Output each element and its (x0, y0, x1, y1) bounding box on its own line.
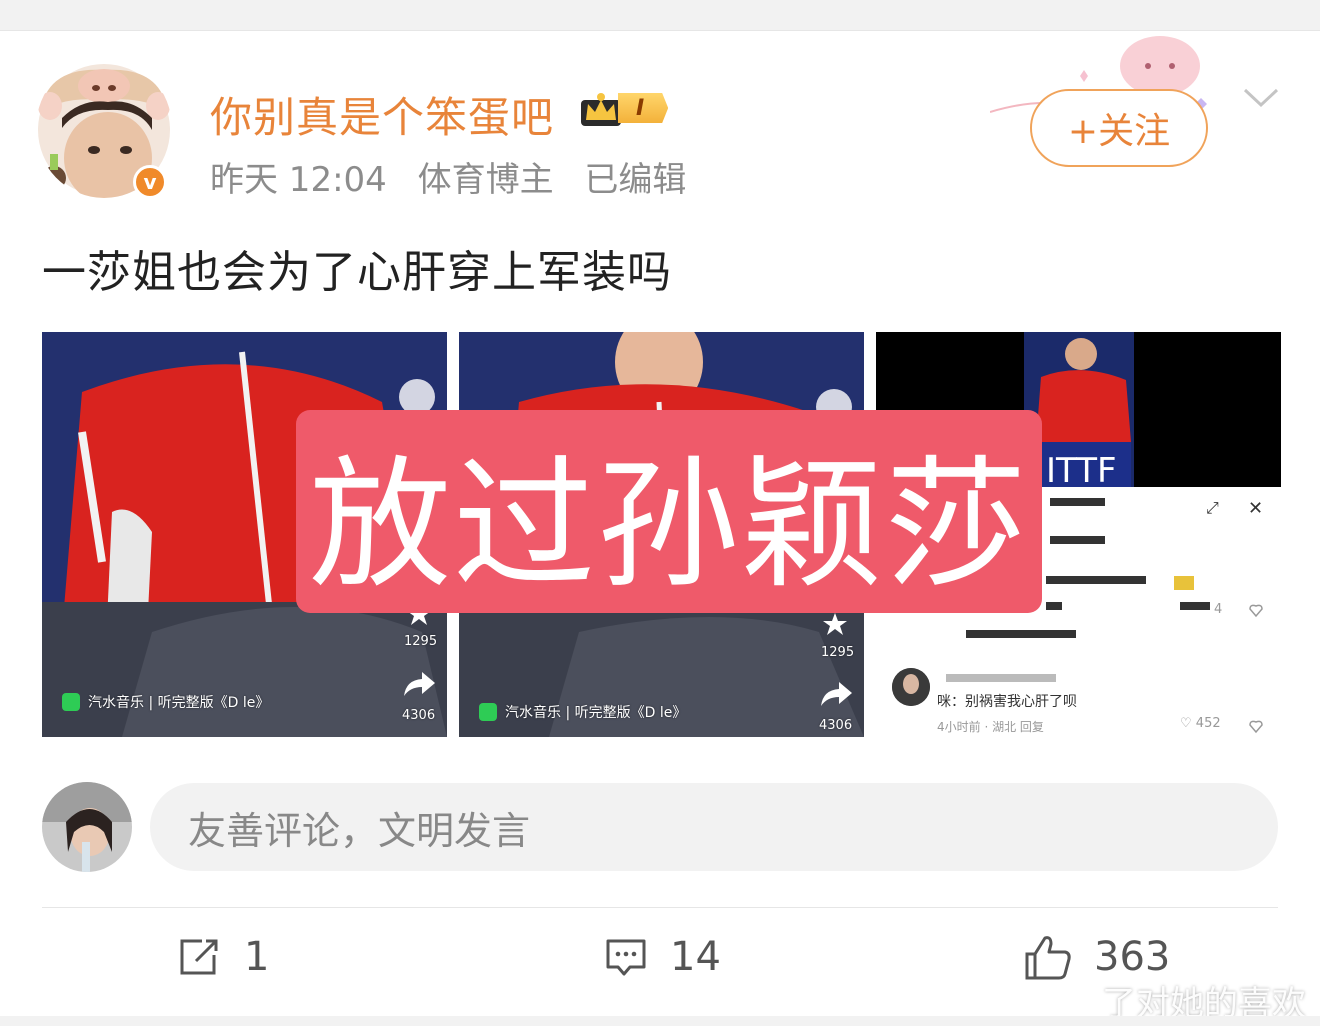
my-avatar[interactable] (42, 782, 132, 872)
ittf-banner-text: ITTF (1046, 451, 1117, 491)
comment-count: 14 (670, 934, 721, 980)
emoji-blur (1174, 576, 1194, 590)
divider (42, 907, 1278, 908)
blurred-line (1050, 536, 1105, 544)
blurred-line (1050, 498, 1105, 506)
like-button[interactable]: 363 (1024, 934, 1170, 980)
verified-v-icon: v (133, 165, 167, 199)
repost-count: 1 (244, 934, 270, 980)
watermark-barcode-icon (808, 987, 1096, 1009)
fan-rank-badge[interactable]: I (578, 86, 669, 130)
blurred-line (1046, 602, 1062, 610)
popup-comment-meta[interactable]: 4小时前 · 湖北 回复 (937, 718, 1044, 735)
share-icon (821, 682, 852, 706)
post-text: 一莎姐也会为了心肝穿上军装吗 (42, 247, 672, 298)
star-icon (823, 613, 847, 635)
crown-icon (581, 93, 621, 126)
music-app-icon (479, 703, 497, 721)
author-username[interactable]: 你别真是个笨蛋吧 (210, 84, 554, 145)
share-icon (404, 672, 435, 696)
thumb2-shares: 4306 (819, 718, 853, 733)
thumb2-likes: 1295 (821, 645, 855, 660)
overlay-banner: 放过孙颖莎 (296, 410, 1042, 613)
dislike-icon[interactable] (1248, 718, 1264, 734)
comment-button[interactable]: 14 (604, 934, 721, 980)
author-role: 体育博主 (417, 160, 554, 200)
rank-level: I (618, 93, 669, 123)
repost-icon (180, 939, 218, 975)
close-icon[interactable]: ✕ (1248, 498, 1263, 519)
thumb2-music: 汽水音乐 | 听完整版《D le》 (479, 702, 686, 722)
thumbs-up-icon (1025, 936, 1071, 980)
expand-icon[interactable]: ⤢ (1206, 498, 1219, 518)
thumb1-likes: 1295 (404, 634, 438, 649)
small-count: 4 (1214, 602, 1223, 617)
top-bar (0, 0, 1320, 31)
edited-flag[interactable]: 已编辑 (584, 160, 686, 200)
like-count: 363 (1094, 934, 1171, 980)
comment-icon (606, 939, 646, 976)
follow-button[interactable]: +关注 (1030, 89, 1208, 167)
commenter-avatar[interactable] (892, 668, 930, 706)
blurred-line (1180, 602, 1210, 610)
music-app-icon (62, 693, 80, 711)
comment-input[interactable]: 友善评论，文明发言 (150, 783, 1278, 871)
popup-like[interactable]: ♡ 452 (1180, 716, 1221, 731)
dislike-icon[interactable] (1248, 602, 1264, 618)
thumb1-music: 汽水音乐 | 听完整版《D le》 (62, 692, 269, 712)
chevron-down-icon[interactable] (1242, 86, 1280, 110)
popup-comment-text: 咪：别祸害我心肝了呗 (937, 694, 1077, 710)
blurred-line (966, 630, 1076, 638)
post-time: 昨天 12:04 (210, 160, 387, 200)
blurred-line (1046, 576, 1146, 584)
blurred-name (946, 674, 1056, 682)
bottom-bar (0, 1016, 1320, 1026)
thumb1-shares: 4306 (402, 708, 436, 723)
post-meta: 昨天 12:04 体育博主 已编辑 (210, 152, 706, 201)
repost-button[interactable]: 1 (178, 934, 269, 980)
